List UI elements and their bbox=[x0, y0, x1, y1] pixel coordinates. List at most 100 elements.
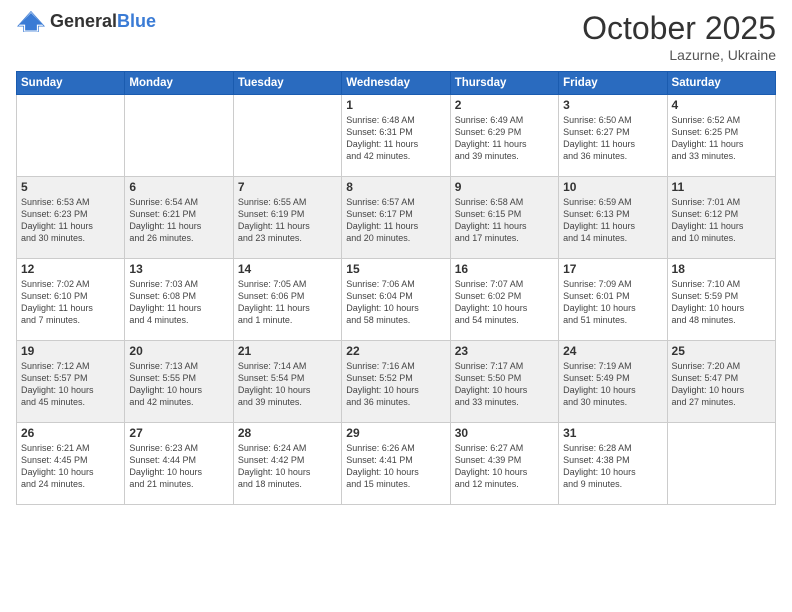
day-number: 11 bbox=[672, 180, 771, 194]
calendar-day-2: 2Sunrise: 6:49 AM Sunset: 6:29 PM Daylig… bbox=[450, 95, 558, 177]
calendar-week-row: 12 Sunrise: 7:02 AM Sunset: 6:10 PM Dayli… bbox=[17, 259, 776, 341]
calendar-day-5: 5Sunrise: 6:53 AM Sunset: 6:23 PM Daylig… bbox=[17, 177, 125, 259]
day-info: Sunrise: 7:10 AM Sunset: 5:59 PM Dayligh… bbox=[672, 278, 771, 327]
calendar-table: SundayMondayTuesdayWednesdayThursdayFrid… bbox=[16, 71, 776, 505]
calendar-week-row: 5Sunrise: 6:53 AM Sunset: 6:23 PM Daylig… bbox=[17, 177, 776, 259]
day-number: 19 bbox=[21, 344, 120, 358]
calendar-day-17: 17 Sunrise: 7:09 AM Sunset: 6:01 PM Dayli… bbox=[559, 259, 667, 341]
calendar-day-26: 26Sunrise: 6:21 AM Sunset: 4:45 PM Dayli… bbox=[17, 423, 125, 505]
calendar-day-12: 12 Sunrise: 7:02 AM Sunset: 6:10 PM Dayli… bbox=[17, 259, 125, 341]
day-info: Sunrise: 7:13 AM Sunset: 5:55 PM Dayligh… bbox=[129, 360, 228, 409]
day-number: 9 bbox=[455, 180, 554, 194]
calendar-day-13: 13 Sunrise: 7:03 AM Sunset: 6:08 PM Dayli… bbox=[125, 259, 233, 341]
day-info: Sunrise: 6:24 AM Sunset: 4:42 PM Dayligh… bbox=[238, 442, 337, 491]
calendar-empty-cell bbox=[667, 423, 775, 505]
title-block: October 2025 Lazurne, Ukraine bbox=[582, 10, 776, 63]
day-info: Sunrise: 6:48 AM Sunset: 6:31 PM Dayligh… bbox=[346, 114, 445, 163]
day-number: 25 bbox=[672, 344, 771, 358]
weekday-header-friday: Friday bbox=[559, 72, 667, 95]
weekday-header-sunday: Sunday bbox=[17, 72, 125, 95]
day-number: 3 bbox=[563, 98, 662, 112]
day-info: Sunrise: 7:02 AM Sunset: 6:10 PM Dayligh… bbox=[21, 278, 120, 327]
day-info: Sunrise: 6:58 AM Sunset: 6:15 PM Dayligh… bbox=[455, 196, 554, 245]
calendar-day-1: 1 Sunrise: 6:48 AM Sunset: 6:31 PM Daylig… bbox=[342, 95, 450, 177]
calendar-day-8: 8 Sunrise: 6:57 AM Sunset: 6:17 PM Daylig… bbox=[342, 177, 450, 259]
day-number: 20 bbox=[129, 344, 228, 358]
day-number: 5 bbox=[21, 180, 120, 194]
day-number: 24 bbox=[563, 344, 662, 358]
day-number: 4 bbox=[672, 98, 771, 112]
calendar-day-9: 9 Sunrise: 6:58 AM Sunset: 6:15 PM Daylig… bbox=[450, 177, 558, 259]
calendar-week-row: 26Sunrise: 6:21 AM Sunset: 4:45 PM Dayli… bbox=[17, 423, 776, 505]
day-info: Sunrise: 6:28 AM Sunset: 4:38 PM Dayligh… bbox=[563, 442, 662, 491]
weekday-header-saturday: Saturday bbox=[667, 72, 775, 95]
calendar-day-11: 11 Sunrise: 7:01 AM Sunset: 6:12 PM Dayli… bbox=[667, 177, 775, 259]
weekday-header-wednesday: Wednesday bbox=[342, 72, 450, 95]
calendar-day-18: 18 Sunrise: 7:10 AM Sunset: 5:59 PM Dayli… bbox=[667, 259, 775, 341]
day-info: Sunrise: 7:03 AM Sunset: 6:08 PM Dayligh… bbox=[129, 278, 228, 327]
calendar-day-23: 23Sunrise: 7:17 AM Sunset: 5:50 PM Dayli… bbox=[450, 341, 558, 423]
weekday-header-row: SundayMondayTuesdayWednesdayThursdayFrid… bbox=[17, 72, 776, 95]
day-number: 12 bbox=[21, 262, 120, 276]
day-info: Sunrise: 6:54 AM Sunset: 6:21 PM Dayligh… bbox=[129, 196, 228, 245]
day-number: 28 bbox=[238, 426, 337, 440]
month-title: October 2025 bbox=[582, 10, 776, 47]
day-info: Sunrise: 7:01 AM Sunset: 6:12 PM Dayligh… bbox=[672, 196, 771, 245]
day-number: 1 bbox=[346, 98, 445, 112]
day-info: Sunrise: 6:50 AM Sunset: 6:27 PM Dayligh… bbox=[563, 114, 662, 163]
day-info: Sunrise: 7:20 AM Sunset: 5:47 PM Dayligh… bbox=[672, 360, 771, 409]
calendar-day-7: 7Sunrise: 6:55 AM Sunset: 6:19 PM Daylig… bbox=[233, 177, 341, 259]
day-number: 29 bbox=[346, 426, 445, 440]
day-info: Sunrise: 6:26 AM Sunset: 4:41 PM Dayligh… bbox=[346, 442, 445, 491]
day-info: Sunrise: 7:07 AM Sunset: 6:02 PM Dayligh… bbox=[455, 278, 554, 327]
day-number: 23 bbox=[455, 344, 554, 358]
location-subtitle: Lazurne, Ukraine bbox=[582, 47, 776, 63]
day-info: Sunrise: 7:14 AM Sunset: 5:54 PM Dayligh… bbox=[238, 360, 337, 409]
calendar-day-16: 16 Sunrise: 7:07 AM Sunset: 6:02 PM Dayli… bbox=[450, 259, 558, 341]
calendar-day-14: 14Sunrise: 7:05 AM Sunset: 6:06 PM Dayli… bbox=[233, 259, 341, 341]
day-info: Sunrise: 6:27 AM Sunset: 4:39 PM Dayligh… bbox=[455, 442, 554, 491]
logo-general: General bbox=[50, 11, 117, 31]
calendar-day-20: 20 Sunrise: 7:13 AM Sunset: 5:55 PM Dayli… bbox=[125, 341, 233, 423]
day-number: 16 bbox=[455, 262, 554, 276]
day-number: 2 bbox=[455, 98, 554, 112]
calendar-day-25: 25 Sunrise: 7:20 AM Sunset: 5:47 PM Dayli… bbox=[667, 341, 775, 423]
day-info: Sunrise: 6:21 AM Sunset: 4:45 PM Dayligh… bbox=[21, 442, 120, 491]
calendar-day-21: 21 Sunrise: 7:14 AM Sunset: 5:54 PM Dayli… bbox=[233, 341, 341, 423]
logo-blue: Blue bbox=[117, 11, 156, 31]
calendar-empty-cell bbox=[125, 95, 233, 177]
day-info: Sunrise: 7:09 AM Sunset: 6:01 PM Dayligh… bbox=[563, 278, 662, 327]
weekday-header-tuesday: Tuesday bbox=[233, 72, 341, 95]
day-number: 7 bbox=[238, 180, 337, 194]
day-info: Sunrise: 6:57 AM Sunset: 6:17 PM Dayligh… bbox=[346, 196, 445, 245]
day-number: 18 bbox=[672, 262, 771, 276]
calendar-day-10: 10Sunrise: 6:59 AM Sunset: 6:13 PM Dayli… bbox=[559, 177, 667, 259]
day-number: 30 bbox=[455, 426, 554, 440]
day-number: 6 bbox=[129, 180, 228, 194]
day-info: Sunrise: 7:12 AM Sunset: 5:57 PM Dayligh… bbox=[21, 360, 120, 409]
day-info: Sunrise: 6:52 AM Sunset: 6:25 PM Dayligh… bbox=[672, 114, 771, 163]
day-number: 21 bbox=[238, 344, 337, 358]
calendar-day-30: 30 Sunrise: 6:27 AM Sunset: 4:39 PM Dayli… bbox=[450, 423, 558, 505]
header: GeneralBlue October 2025 Lazurne, Ukrain… bbox=[16, 10, 776, 63]
day-number: 31 bbox=[563, 426, 662, 440]
day-number: 13 bbox=[129, 262, 228, 276]
weekday-header-monday: Monday bbox=[125, 72, 233, 95]
day-number: 8 bbox=[346, 180, 445, 194]
calendar-day-31: 31 Sunrise: 6:28 AM Sunset: 4:38 PM Dayli… bbox=[559, 423, 667, 505]
page: GeneralBlue October 2025 Lazurne, Ukrain… bbox=[0, 0, 792, 612]
day-info: Sunrise: 7:19 AM Sunset: 5:49 PM Dayligh… bbox=[563, 360, 662, 409]
day-number: 14 bbox=[238, 262, 337, 276]
day-number: 17 bbox=[563, 262, 662, 276]
calendar-day-6: 6 Sunrise: 6:54 AM Sunset: 6:21 PM Daylig… bbox=[125, 177, 233, 259]
calendar-empty-cell bbox=[17, 95, 125, 177]
calendar-day-4: 4 Sunrise: 6:52 AM Sunset: 6:25 PM Daylig… bbox=[667, 95, 775, 177]
calendar-empty-cell bbox=[233, 95, 341, 177]
calendar-day-24: 24 Sunrise: 7:19 AM Sunset: 5:49 PM Dayli… bbox=[559, 341, 667, 423]
day-info: Sunrise: 6:23 AM Sunset: 4:44 PM Dayligh… bbox=[129, 442, 228, 491]
logo: GeneralBlue bbox=[16, 10, 156, 32]
calendar-day-27: 27Sunrise: 6:23 AM Sunset: 4:44 PM Dayli… bbox=[125, 423, 233, 505]
calendar-day-28: 28 Sunrise: 6:24 AM Sunset: 4:42 PM Dayli… bbox=[233, 423, 341, 505]
calendar-day-15: 15Sunrise: 7:06 AM Sunset: 6:04 PM Dayli… bbox=[342, 259, 450, 341]
day-info: Sunrise: 7:16 AM Sunset: 5:52 PM Dayligh… bbox=[346, 360, 445, 409]
